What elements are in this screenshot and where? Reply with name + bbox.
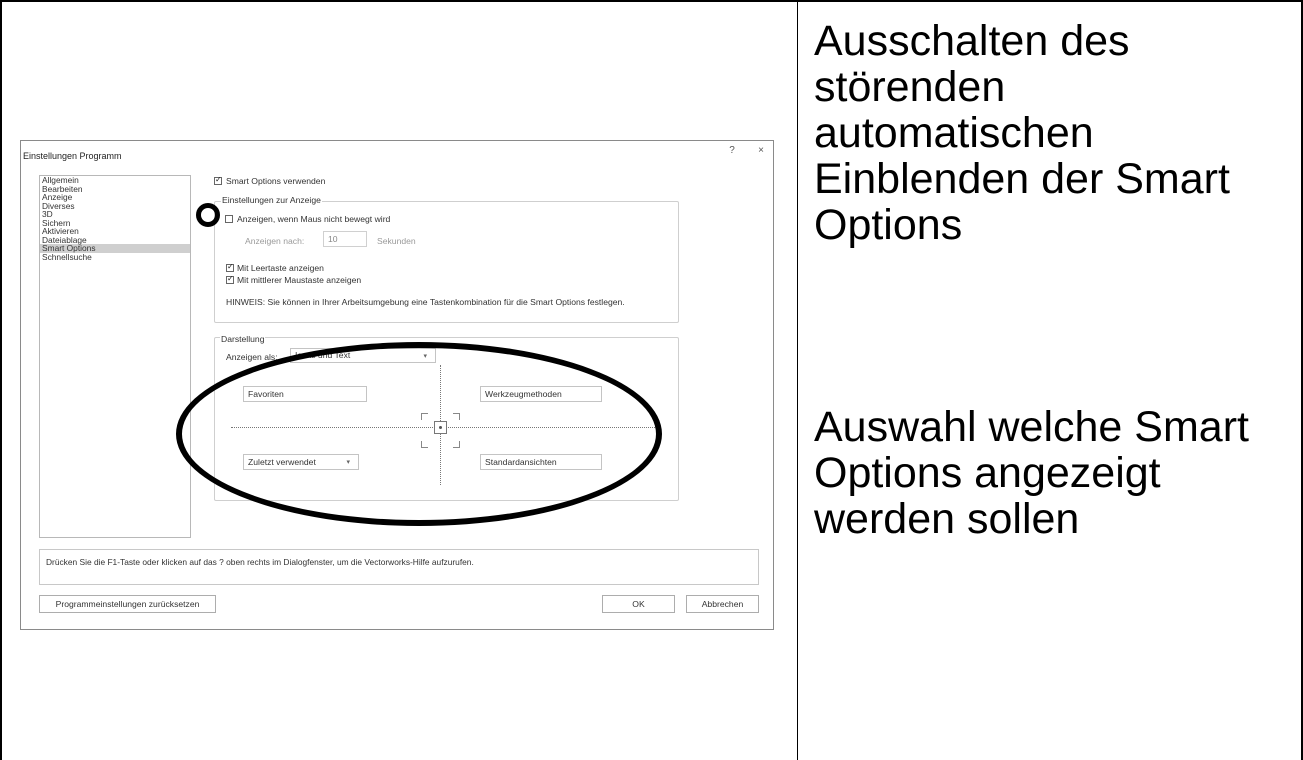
- highlight-ellipse-large: [176, 342, 662, 526]
- dialog-titlebar: Einstellungen Programm ? ×: [21, 141, 773, 165]
- presentation-title: Darstellung: [220, 334, 266, 344]
- use-smart-options-checkbox[interactable]: [214, 175, 222, 185]
- display-settings-title: Einstellungen zur Anzeige: [221, 195, 322, 205]
- info-box: Drücken Sie die F1-Taste oder klicken au…: [39, 549, 759, 585]
- close-icon[interactable]: ×: [754, 145, 768, 159]
- note-disable-auto-show: Ausschalten des störenden automatischen …: [814, 17, 1230, 249]
- reset-button[interactable]: Programmeinstellungen zurücksetzen: [39, 595, 216, 613]
- notes-cell: Ausschalten des störenden automatischen …: [797, 0, 1303, 760]
- highlight-circle-small: [196, 203, 220, 227]
- hint-text: HINWEIS: Sie können in Ihrer Arbeitsumge…: [226, 297, 625, 307]
- dialog-title: Einstellungen Programm: [23, 151, 122, 161]
- middle-mouse-label: Mit mittlerer Maustaste anzeigen: [237, 275, 362, 285]
- ok-button[interactable]: OK: [602, 595, 675, 613]
- delay-label: Anzeigen nach:: [245, 236, 305, 246]
- use-smart-options-label: Smart Options verwenden: [226, 176, 326, 186]
- category-item[interactable]: Diverses: [40, 201, 190, 211]
- show-when-idle-checkbox[interactable]: [225, 215, 233, 223]
- space-key-checkbox[interactable]: [226, 262, 234, 272]
- delay-unit: Sekunden: [377, 236, 416, 246]
- category-list[interactable]: Allgemein Bearbeiten Anzeige Diverses 3D…: [39, 175, 191, 538]
- show-when-idle-label: Anzeigen, wenn Maus nicht bewegt wird: [237, 214, 391, 224]
- delay-input[interactable]: 10: [323, 231, 367, 247]
- middle-mouse-checkbox[interactable]: [226, 274, 234, 284]
- info-text: Drücken Sie die F1-Taste oder klicken au…: [46, 557, 474, 567]
- space-key-label: Mit Leertaste anzeigen: [237, 263, 324, 273]
- cancel-button[interactable]: Abbrechen: [686, 595, 759, 613]
- note-choose-smart-options: Auswahl welche Smart Options angezeigt w…: [814, 403, 1249, 543]
- help-icon[interactable]: ?: [725, 145, 739, 159]
- category-item[interactable]: Schnellsuche: [40, 252, 190, 262]
